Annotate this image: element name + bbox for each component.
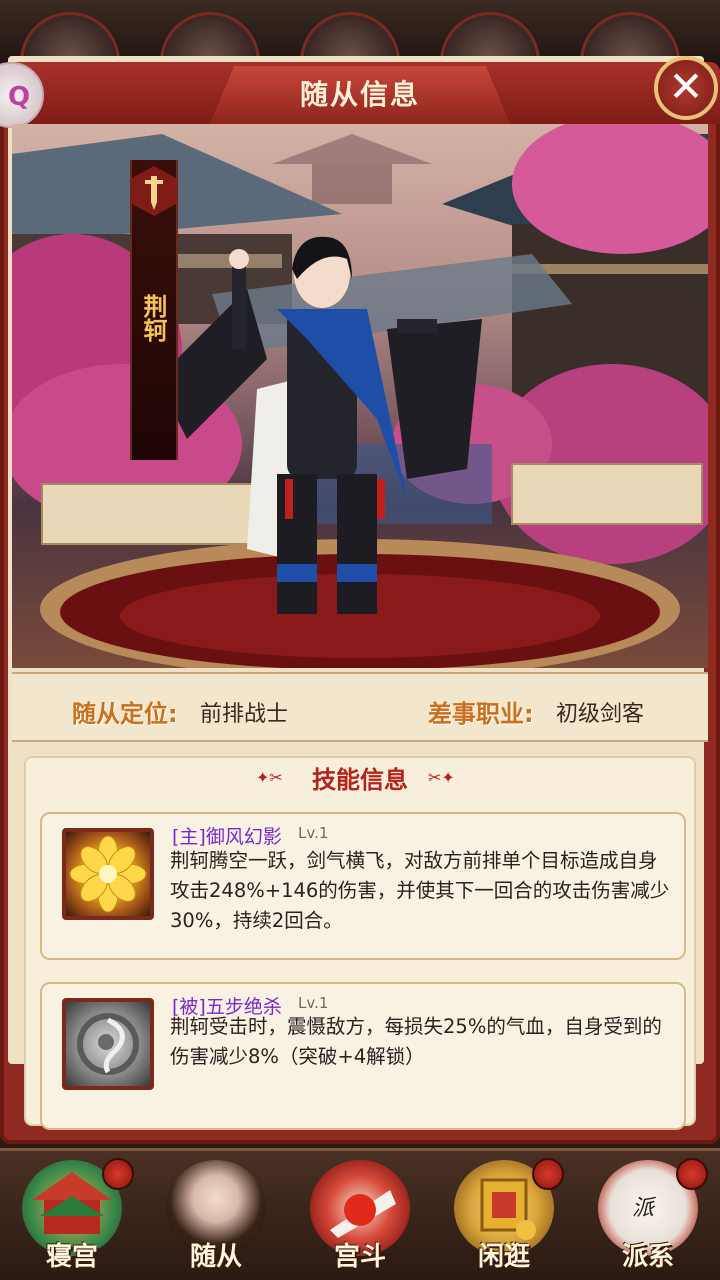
nav-item-faction[interactable]: 派 派系 — [576, 1150, 720, 1280]
role-value: 前排战士 — [200, 702, 289, 727]
nav-item-companion[interactable]: 随从 — [144, 1150, 288, 1280]
nav-label: 闲逛 — [477, 1242, 530, 1272]
skill-description: 荆轲腾空一跃，剑气横飞，对敌方前排单个目标造成自身攻击248%+146的伤害，并… — [170, 849, 670, 932]
companion-figure — [157, 236, 482, 614]
job-label: 差事职业: — [428, 700, 534, 728]
faction-glyph: 派 — [632, 1196, 655, 1221]
skills-title: 技能信息 — [312, 766, 408, 794]
notification-dot — [532, 1158, 564, 1190]
companion-scene — [12, 124, 708, 668]
skill-level: Lv.1 — [298, 824, 329, 842]
nav-label: 宫斗 — [333, 1242, 386, 1272]
job-value: 初级剑客 — [556, 702, 645, 727]
nav-item-palace-fight[interactable]: 宫斗 — [288, 1150, 432, 1280]
close-button[interactable]: ✕ — [654, 56, 718, 120]
golden-flower-icon — [62, 828, 154, 920]
nav-label: 派系 — [621, 1242, 674, 1272]
skill-description: 荆轲受击时，震慑敌方，每损失25%的气血，自身受到的伤害减少8%（突破+4解锁） — [170, 1015, 662, 1068]
nav-label: 随从 — [189, 1242, 242, 1272]
companion-name: 荆轲 — [139, 294, 167, 342]
side-badge-glyph: Q — [8, 82, 31, 112]
notification-dot — [102, 1158, 134, 1190]
nav-label: 寝宫 — [45, 1242, 98, 1272]
skill-level: Lv.1 — [298, 994, 329, 1012]
nav-item-stroll[interactable]: 闲逛 — [432, 1150, 576, 1280]
grey-swirl-icon — [62, 998, 154, 1090]
skill-name: [主]御风幻影 — [172, 826, 282, 848]
panel-title: 随从信息 — [210, 66, 510, 124]
role-label: 随从定位: — [72, 700, 178, 728]
notification-dot — [676, 1158, 708, 1190]
close-icon: ✕ — [668, 62, 704, 111]
nav-item-palace[interactable]: 寝宫 — [0, 1150, 144, 1280]
